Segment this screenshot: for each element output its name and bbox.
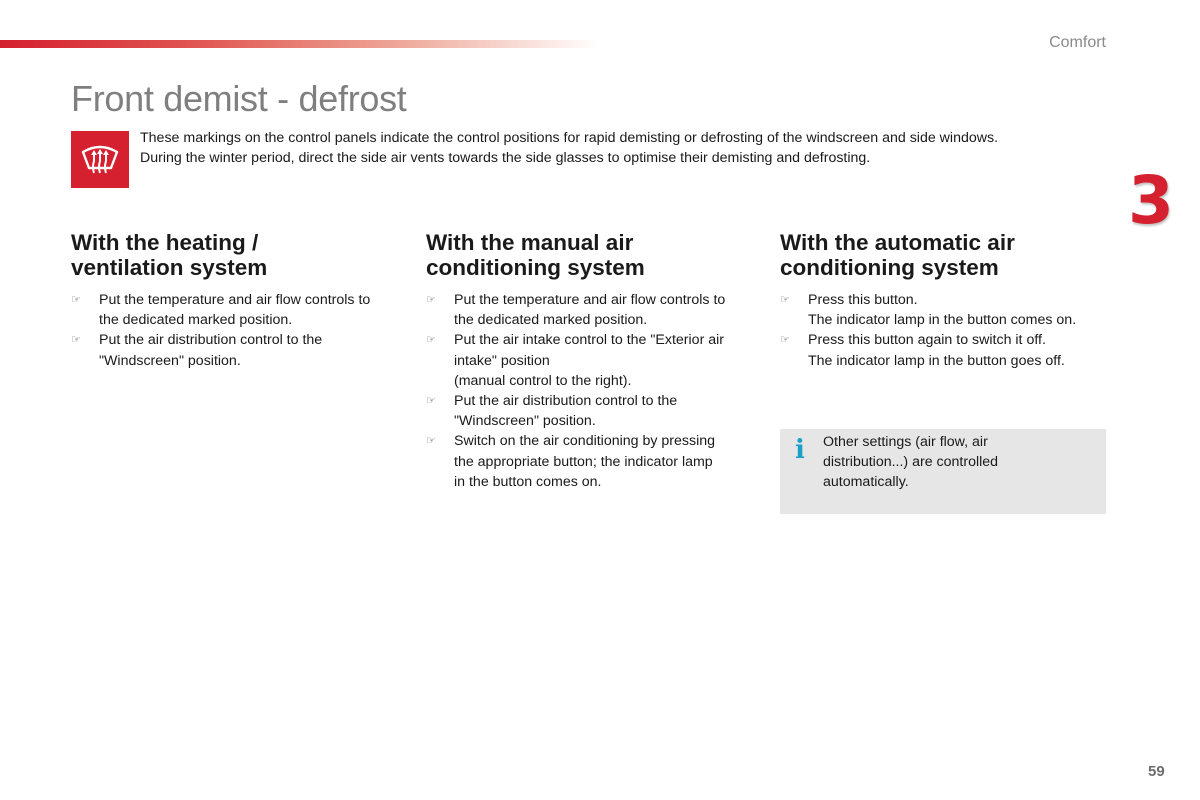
pointing-hand-icon: ☞: [71, 293, 81, 306]
instruction-list: ☞ Put the temperature and air flow contr…: [426, 290, 756, 492]
intro-text: These markings on the control panels ind…: [140, 128, 1100, 168]
item-line: the dedicated marked position.: [99, 312, 293, 329]
list-item: ☞ Switch on the air conditioning by pres…: [426, 431, 756, 492]
item-line: "Windscreen" position.: [99, 352, 241, 369]
instruction-list: ☞ Put the temperature and air flow contr…: [71, 290, 401, 371]
item-line: (manual control to the right).: [454, 372, 632, 389]
item-line: Put the temperature and air flow control…: [99, 292, 371, 308]
windscreen-defrost-icon: [71, 131, 129, 188]
pointing-hand-icon: ☞: [780, 333, 790, 347]
item-line: Put the air distribution control to the: [99, 332, 323, 349]
item-line: Press this button again to switch it off…: [808, 332, 1046, 349]
item-line: Press this button.: [808, 292, 918, 308]
info-line: distribution...) are controlled: [823, 454, 999, 471]
pointing-hand-icon: ☞: [426, 293, 436, 306]
intro-line: During the winter period, direct the sid…: [140, 150, 871, 166]
list-item: ☞ Put the air distribution control to th…: [71, 330, 401, 370]
heading-line: With the automatic air: [780, 230, 1015, 255]
list-item: ☞ Put the air intake control to the "Ext…: [426, 330, 756, 391]
info-note: i Other settings (air flow, air distribu…: [780, 429, 1106, 514]
item-line: Put the air intake control to the "Exter…: [454, 332, 724, 349]
item-line: in the button comes on.: [454, 473, 602, 490]
list-item: ☞ Put the temperature and air flow contr…: [426, 290, 756, 330]
item-line: The indicator lamp in the button goes of…: [808, 352, 1065, 369]
item-line: "Windscreen" position.: [454, 413, 596, 430]
pointing-hand-icon: ☞: [71, 333, 81, 347]
section-name: Comfort: [1049, 34, 1106, 51]
manual-ac-section: With the manual air conditioning system …: [426, 230, 756, 492]
item-line: Switch on the air conditioning by pressi…: [454, 433, 716, 450]
intro-line: These markings on the control panels ind…: [140, 130, 999, 146]
heating-ventilation-section: With the heating / ventilation system ☞ …: [71, 230, 401, 371]
section-heading: With the manual air conditioning system: [426, 230, 756, 280]
heading-line: ventilation system: [71, 254, 268, 280]
list-item: ☞ Press this button again to switch it o…: [780, 330, 1110, 370]
heading-line: conditioning system: [426, 254, 645, 280]
item-line: the dedicated marked position.: [454, 312, 648, 329]
heading-line: With the manual air: [426, 230, 634, 255]
info-line: automatically.: [823, 474, 909, 491]
info-note-text: Other settings (air flow, air distributi…: [823, 432, 1083, 493]
pointing-hand-icon: ☞: [426, 333, 436, 347]
item-line: intake" position: [454, 352, 550, 369]
list-item: ☞ Put the temperature and air flow contr…: [71, 290, 401, 330]
heading-line: conditioning system: [780, 254, 999, 280]
pointing-hand-icon: ☞: [780, 293, 790, 306]
section-heading: With the heating / ventilation system: [71, 230, 401, 280]
pointing-hand-icon: ☞: [426, 434, 436, 448]
instruction-list: ☞ Press this button. The indicator lamp …: [780, 290, 1110, 371]
heading-line: With the heating /: [71, 230, 259, 255]
item-line: Put the air distribution control to the: [454, 393, 678, 410]
list-item: ☞ Put the air distribution control to th…: [426, 391, 756, 431]
item-line: the appropriate button; the indicator la…: [454, 453, 713, 470]
page-title: Front demist - defrost: [71, 78, 407, 119]
page-number: 59: [1148, 763, 1165, 780]
info-line: Other settings (air flow, air: [823, 434, 988, 450]
section-heading: With the automatic air conditioning syst…: [780, 230, 1110, 280]
pointing-hand-icon: ☞: [426, 394, 436, 408]
automatic-ac-section: With the automatic air conditioning syst…: [780, 230, 1110, 371]
chapter-number: 3: [1128, 162, 1174, 239]
item-line: Put the temperature and air flow control…: [454, 292, 726, 308]
item-line: The indicator lamp in the button comes o…: [808, 312, 1077, 329]
info-icon: i: [795, 435, 805, 465]
list-item: ☞ Press this button. The indicator lamp …: [780, 290, 1110, 330]
header-accent-bar: [0, 40, 600, 48]
windscreen-defrost-glyph: [81, 145, 119, 173]
